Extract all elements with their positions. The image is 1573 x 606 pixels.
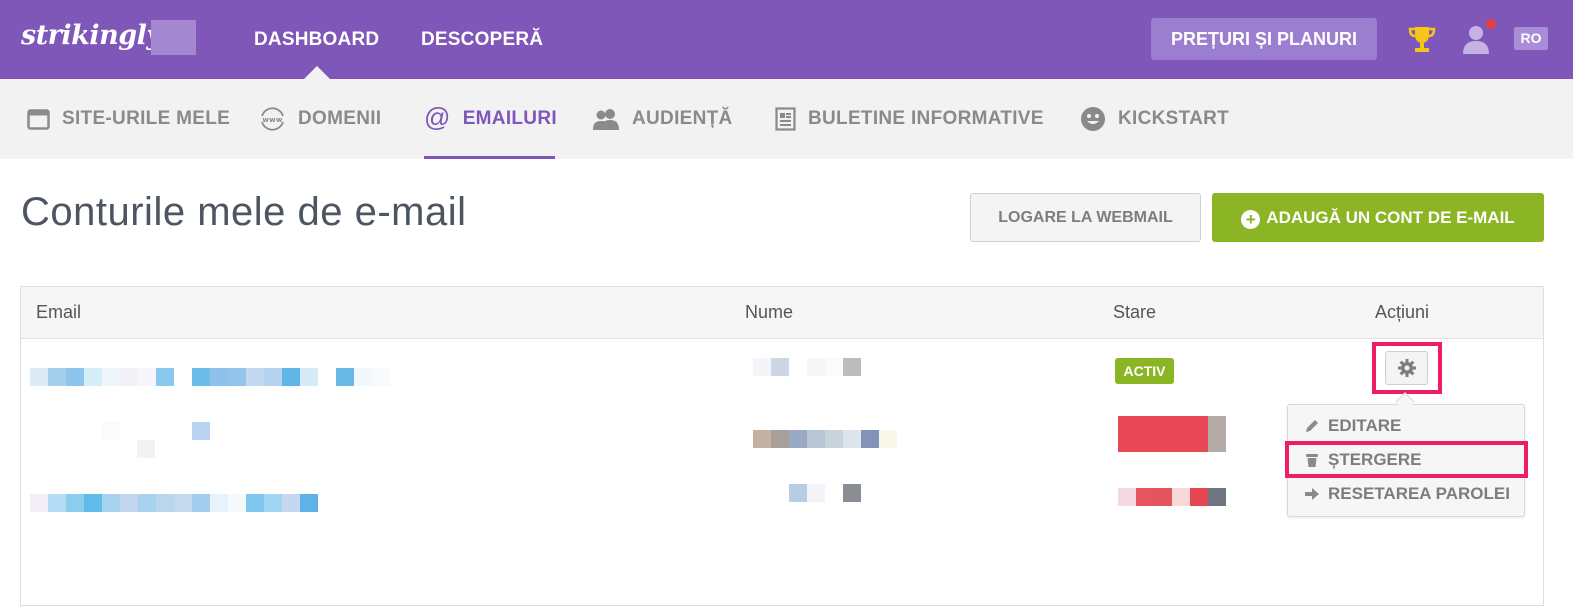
tab-label: EMAILURI	[462, 108, 557, 129]
tab-kickstart[interactable]: KICKSTART	[1080, 79, 1229, 159]
pricing-plans-button[interactable]: PREȚURI ȘI PLANURI	[1151, 18, 1377, 60]
table-header: Email Nume Stare Acțiuni	[21, 287, 1543, 339]
arrow-right-icon	[1305, 488, 1319, 500]
tab-label: AUDIENȚĂ	[632, 108, 733, 129]
highlight-box-delete	[1285, 441, 1528, 478]
redacted-status-row-2	[1118, 416, 1226, 452]
notification-dot	[1486, 19, 1496, 29]
logo-site-thumbnail	[151, 20, 196, 55]
tab-newsletters[interactable]: BULETINE INFORMATIVE	[775, 79, 1044, 159]
tab-label: KICKSTART	[1118, 108, 1230, 129]
header-email: Email	[36, 302, 82, 322]
newsletter-icon	[775, 107, 796, 131]
redacted-email-row-1	[30, 368, 390, 386]
www-icon: www	[261, 107, 284, 131]
add-button-label: ADAUGĂ UN CONT DE E-MAIL	[1266, 208, 1515, 227]
language-selector[interactable]: RO	[1514, 27, 1548, 50]
nav-dashboard[interactable]: DASHBOARD	[254, 29, 379, 51]
header-status: Stare	[1113, 302, 1157, 322]
header-actions: Acțiuni	[1375, 302, 1430, 322]
menu-item-reset-password[interactable]: RESETAREA PAROLEI	[1304, 484, 1510, 504]
strikingly-logo[interactable]: strikingly	[21, 20, 162, 51]
status-badge-active: ACTIV	[1115, 358, 1174, 384]
tab-label: SITE-URILE MELE	[62, 108, 231, 129]
webmail-login-button[interactable]: LOGARE LA WEBMAIL	[970, 193, 1201, 242]
menu-item-label: EDITARE	[1328, 416, 1402, 435]
active-nav-caret	[304, 66, 330, 79]
plus-circle-icon: +	[1241, 210, 1261, 229]
browser-window-icon	[27, 108, 50, 130]
redacted-name-row-3	[789, 484, 861, 502]
nav-discover[interactable]: DESCOPERĂ	[421, 29, 543, 51]
tab-label: BULETINE INFORMATIVE	[808, 108, 1044, 129]
redacted-status-row-3	[1118, 488, 1226, 506]
add-email-account-button[interactable]: + ADAUGĂ UN CONT DE E-MAIL	[1212, 193, 1544, 242]
people-icon	[593, 109, 619, 130]
smiley-icon	[1081, 107, 1105, 131]
redacted-name-row-1	[753, 358, 861, 376]
active-tab-underline	[424, 156, 555, 159]
svg-text:www: www	[262, 116, 283, 124]
highlight-box-gear	[1372, 342, 1442, 394]
page-title: Conturile mele de e-mail	[21, 190, 467, 234]
user-account-icon[interactable]	[1461, 23, 1491, 55]
redacted-email-row-2b	[137, 440, 155, 458]
tab-domains[interactable]: www DOMENII	[259, 79, 381, 159]
tab-my-sites[interactable]: SITE-URILE MELE	[27, 79, 230, 159]
tab-audience[interactable]: AUDIENȚĂ	[592, 79, 733, 159]
redacted-email-row-3	[30, 494, 318, 512]
tab-label: DOMENII	[298, 108, 382, 129]
menu-item-label: RESETAREA PAROLEI	[1328, 484, 1510, 503]
menu-item-edit[interactable]: EDITARE	[1304, 416, 1401, 436]
at-sign-icon: @	[424, 102, 451, 132]
redacted-email-row-2	[102, 422, 210, 440]
header-name: Nume	[745, 302, 794, 322]
tab-emails[interactable]: @ EMAILURI	[424, 79, 557, 159]
trophy-icon[interactable]	[1408, 25, 1436, 55]
redacted-name-row-2	[753, 430, 897, 448]
sub-navigation: SITE-URILE MELE www DOMENII @ EMAILURI A…	[0, 79, 1573, 159]
top-bar: strikingly DASHBOARD DESCOPERĂ PREȚURI Ș…	[0, 0, 1573, 79]
pencil-icon	[1306, 420, 1318, 432]
